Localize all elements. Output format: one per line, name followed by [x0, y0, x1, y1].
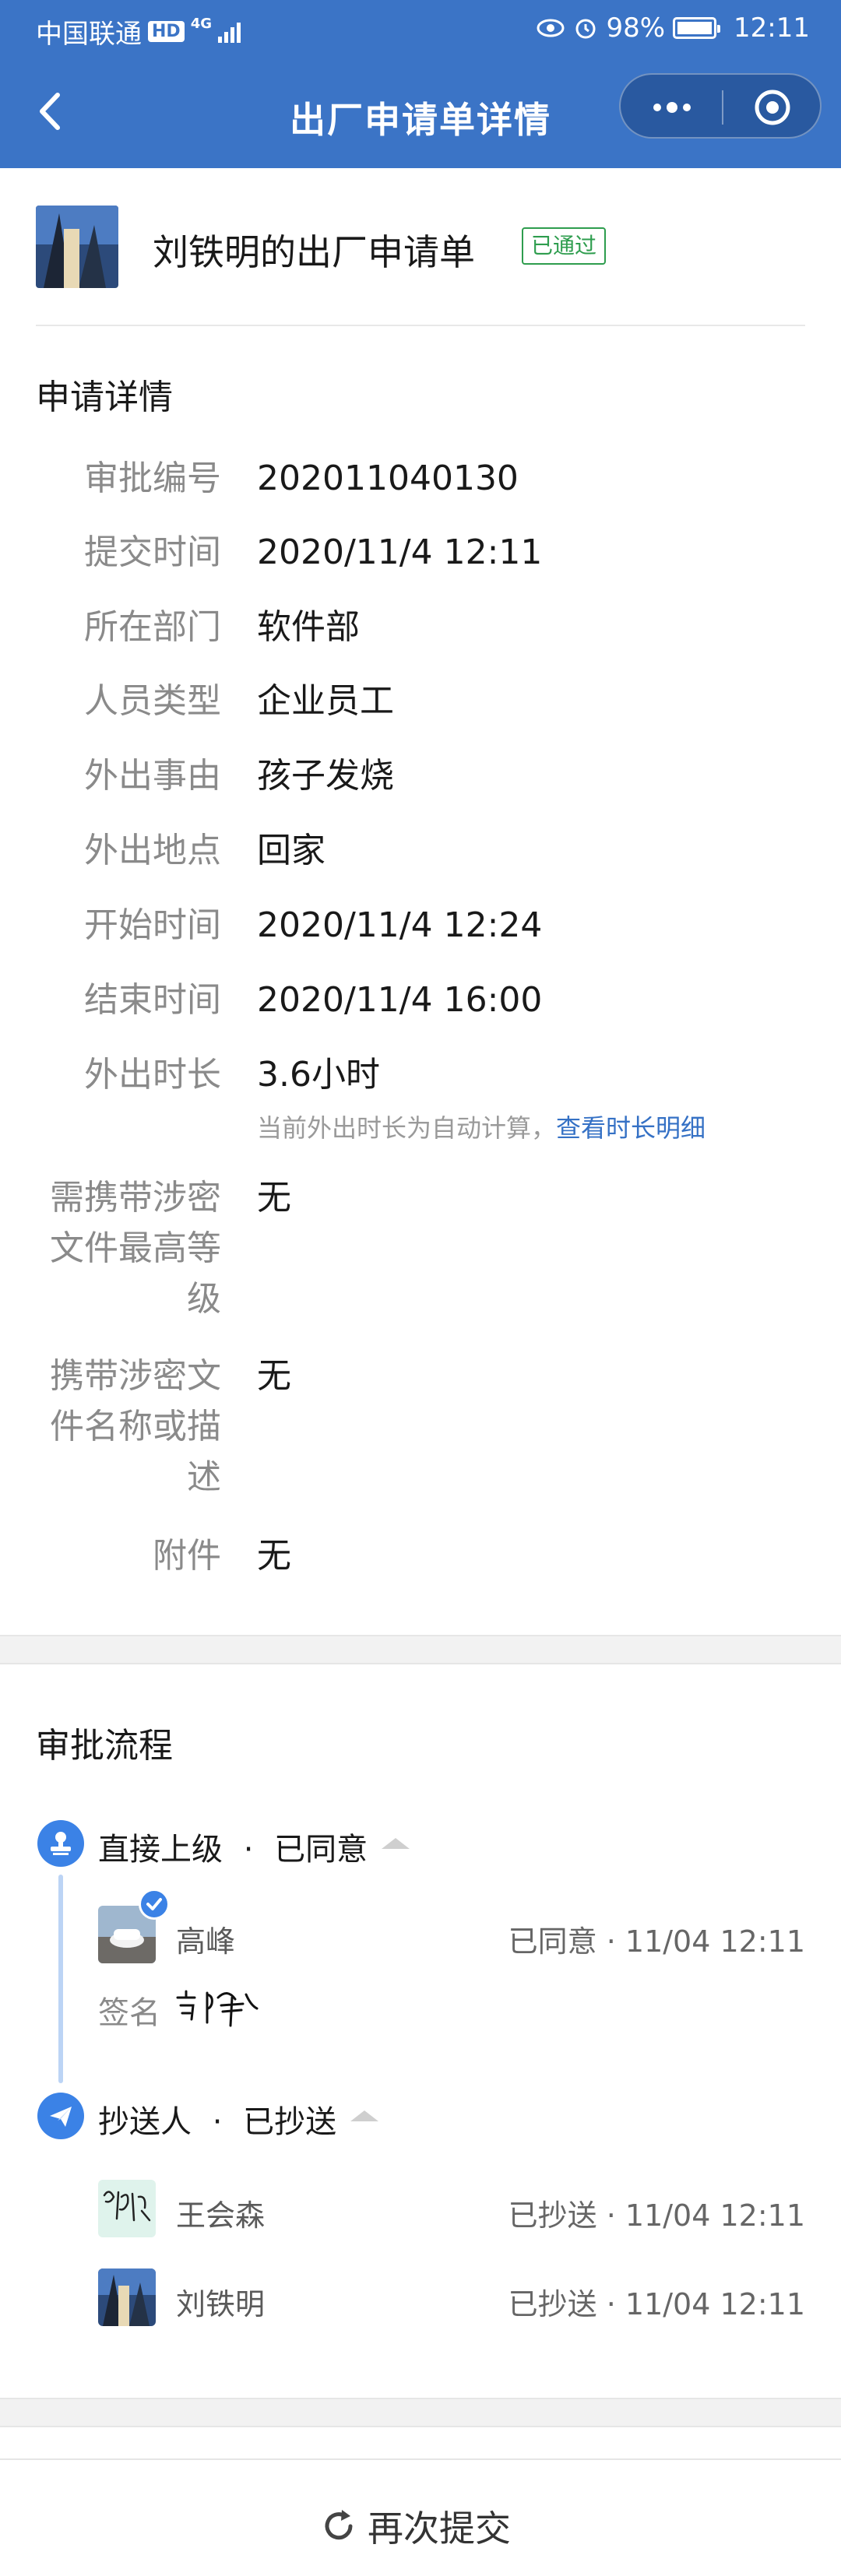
detail-label: 结束时间 — [84, 980, 221, 1020]
cc-person-name: 刘铁明 — [176, 2287, 266, 2321]
section-gap — [0, 1635, 841, 1664]
send-plane-icon — [37, 2093, 84, 2139]
signature-label: 签名 — [98, 1995, 160, 2031]
detail-label-line2: 文件最高等 — [50, 1228, 221, 1268]
stamp-icon — [37, 1820, 84, 1867]
avatar — [98, 2180, 156, 2237]
section-gap — [0, 2398, 841, 2427]
detail-label-line1: 需携带涉密 — [50, 1178, 221, 1218]
detail-value: 软件部 — [257, 607, 360, 647]
detail-label: 开始时间 — [84, 905, 221, 945]
divider — [36, 325, 805, 326]
avatar — [98, 2268, 156, 2326]
carrier-label: 中国联通 — [36, 19, 142, 50]
approved-check-icon — [139, 1889, 170, 1920]
step-dot: · — [243, 1832, 254, 1868]
caret-up-icon[interactable] — [382, 1838, 410, 1849]
detail-value: 2020/11/4 12:24 — [257, 905, 543, 945]
target-close-icon — [755, 90, 790, 125]
detail-label: 附件 — [153, 1536, 221, 1576]
battery-icon — [673, 17, 721, 39]
approver-name: 高峰 — [176, 1924, 236, 1959]
cc-person-status: 已抄送 · 11/04 12:11 — [508, 2198, 805, 2233]
close-mini-program-button[interactable] — [722, 75, 823, 140]
refresh-icon — [325, 2510, 353, 2540]
detail-value: 无 — [257, 1536, 291, 1576]
battery-percent: 98% — [606, 12, 666, 44]
nav-bar: 出厂申请单详情 — [0, 59, 841, 168]
signature-image[interactable] — [173, 1974, 266, 2032]
step-cc[interactable]: 抄送人 · 已抄送 — [98, 2096, 336, 2142]
mini-program-capsule — [619, 73, 822, 139]
detail-label: 外出地点 — [84, 831, 221, 870]
resubmit-label: 再次提交 — [368, 2507, 511, 2550]
application-header: 刘铁明的出厂申请单 已通过 — [0, 168, 841, 326]
resubmit-button[interactable]: 再次提交 — [0, 2460, 841, 2576]
detail-value: 2020/11/4 12:11 — [257, 532, 543, 572]
detail-value: 无 — [257, 1178, 291, 1218]
detail-value: 202011040130 — [257, 459, 519, 498]
detail-value: 孩子发烧 — [257, 756, 394, 796]
detail-label: 外出事由 — [84, 756, 221, 796]
detail-label-line3: 级 — [187, 1279, 221, 1319]
detail-value: 3.6小时 — [257, 1055, 380, 1095]
flow-connector-line — [58, 1875, 63, 2083]
duration-hint: 当前外出时长为自动计算，查看时长明细 — [257, 1109, 706, 1144]
detail-value: 2020/11/4 16:00 — [257, 980, 543, 1020]
network-type: 4G — [190, 16, 212, 32]
hd-icon: HD — [148, 21, 185, 42]
top-bar: 中国联通 HD 4G 98% 12:11 出厂申请单详情 — [0, 0, 841, 168]
step-direct-superior[interactable]: 直接上级 · 已同意 — [98, 1824, 368, 1869]
application-title: 刘铁明的出厂申请单 — [153, 231, 475, 273]
detail-value: 回家 — [257, 831, 325, 870]
status-badge: 已通过 — [522, 227, 607, 265]
cc-person-status: 已抄送 · 11/04 12:11 — [508, 2287, 805, 2321]
caret-up-icon[interactable] — [350, 2110, 378, 2121]
step-dot: · — [212, 2104, 223, 2140]
flow-section-title: 审批流程 — [36, 1726, 173, 1766]
avatar — [36, 206, 118, 288]
signal-icon — [218, 21, 241, 43]
eye-icon — [537, 19, 565, 37]
detail-label: 提交时间 — [84, 532, 221, 572]
detail-label-line2: 件名称或描 — [50, 1407, 221, 1446]
duration-hint-text: 当前外出时长为自动计算， — [257, 1113, 557, 1143]
duration-detail-link[interactable]: 查看时长明细 — [556, 1113, 706, 1143]
detail-label-line3: 述 — [187, 1457, 221, 1497]
details-section-title: 申请详情 — [36, 378, 173, 417]
more-dots-icon — [653, 102, 691, 113]
detail-label: 所在部门 — [84, 607, 221, 647]
detail-label: 外出时长 — [84, 1055, 221, 1095]
step-title: 直接上级 — [98, 1832, 223, 1868]
cc-person-name: 王会森 — [176, 2198, 266, 2233]
detail-label-line1: 携带涉密文 — [50, 1356, 221, 1396]
alarm-icon — [575, 19, 596, 39]
clock-time: 12:11 — [734, 12, 810, 44]
more-menu-button[interactable] — [621, 75, 722, 140]
detail-label: 审批编号 — [84, 459, 221, 498]
approver-status: 已同意 · 11/04 12:11 — [508, 1924, 805, 1959]
detail-label: 人员类型 — [84, 681, 221, 721]
step-title: 抄送人 — [98, 2104, 192, 2140]
detail-value: 无 — [257, 1356, 291, 1396]
detail-value: 企业员工 — [257, 681, 394, 721]
status-bar: 中国联通 HD 4G 98% 12:11 — [0, 0, 841, 59]
step-status: 已抄送 — [243, 2104, 337, 2140]
step-status: 已同意 — [274, 1832, 368, 1868]
bottom-bar: 再次提交 — [0, 2458, 841, 2576]
